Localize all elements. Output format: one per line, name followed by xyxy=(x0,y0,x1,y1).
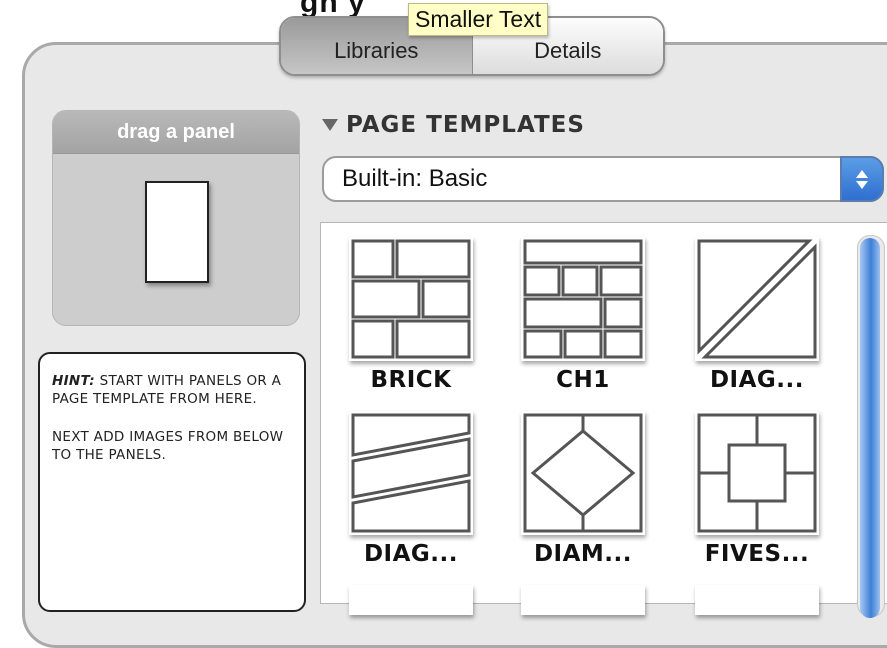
template-label: BRICK xyxy=(370,367,452,393)
select-arrows-icon[interactable] xyxy=(840,156,884,202)
hint-line-2: NEXT ADD IMAGES FROM BELOW TO THE PANELS… xyxy=(52,429,284,463)
template-fives[interactable]: FIVES... xyxy=(695,411,827,567)
tooltip: Smaller Text xyxy=(408,3,549,36)
template-thumbnail xyxy=(349,237,473,361)
template-diagonal-1[interactable]: DIAG... xyxy=(695,237,827,393)
template-label: DIAG... xyxy=(709,367,805,393)
template-set-select[interactable]: Built-in: Basic xyxy=(322,156,884,202)
template-thumbnail xyxy=(695,411,819,535)
hint-label: HINT: xyxy=(52,373,95,389)
template-thumbnail xyxy=(521,585,645,615)
template-set-value: Built-in: Basic xyxy=(342,165,488,192)
template-thumbnail xyxy=(695,585,819,615)
template-thumbnail xyxy=(521,237,645,361)
template-thumbnail xyxy=(521,411,645,535)
page-templates-title: PAGE TEMPLATES xyxy=(346,112,585,138)
template-label: FIVES... xyxy=(704,541,810,567)
template-thumbnail xyxy=(349,585,473,615)
template-ch1[interactable]: CH1 xyxy=(521,237,653,393)
template-brick[interactable]: BRICK xyxy=(349,237,481,393)
template-partial[interactable] xyxy=(349,585,481,615)
hint-box: HINT: START WITH PANELS OR A PAGE TEMPLA… xyxy=(38,352,306,612)
panel-thumbnail[interactable] xyxy=(145,181,209,283)
scrollbar-thumb[interactable] xyxy=(860,238,880,618)
template-partial[interactable] xyxy=(695,585,827,615)
template-diagonal-2[interactable]: DIAG... xyxy=(349,411,481,567)
disclosure-triangle-icon[interactable] xyxy=(322,119,338,131)
page-templates-header[interactable]: PAGE TEMPLATES xyxy=(322,112,585,138)
hint-line-1: HINT: START WITH PANELS OR A PAGE TEMPLA… xyxy=(52,372,294,408)
template-label: CH1 xyxy=(556,367,610,393)
template-diamond[interactable]: DIAM... xyxy=(521,411,653,567)
template-label: DIAM... xyxy=(533,541,633,567)
template-partial[interactable] xyxy=(521,585,653,615)
template-label: DIAG... xyxy=(363,541,459,567)
template-thumbnail xyxy=(349,411,473,535)
template-grid: BRICK CH1 DIAG... DIAG... DIAM... FIVES.… xyxy=(320,222,887,618)
template-scrollbar[interactable] xyxy=(857,235,885,618)
drag-panel-box[interactable]: drag a panel xyxy=(52,110,300,326)
template-thumbnail xyxy=(695,237,819,361)
drag-panel-header: drag a panel xyxy=(53,111,299,154)
